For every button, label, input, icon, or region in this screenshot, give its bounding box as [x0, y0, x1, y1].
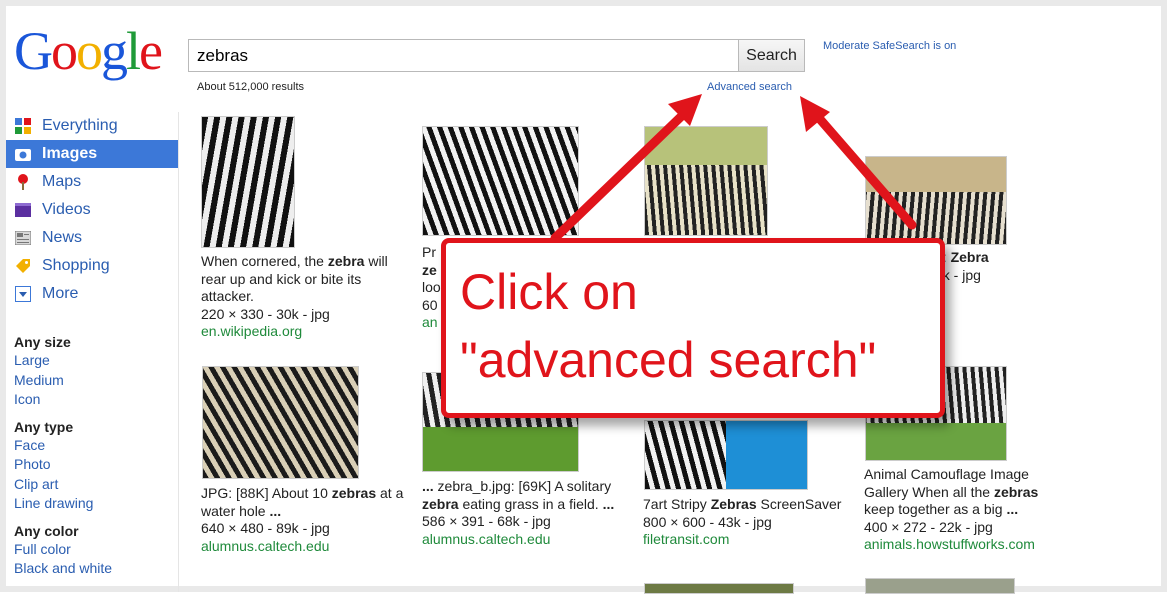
callout-line1: Click on	[460, 264, 638, 320]
arrow-left	[550, 94, 702, 243]
annotation-callout: Click on "advanced search"	[441, 238, 945, 418]
callout-line2: "advanced search"	[460, 332, 877, 388]
arrow-right	[800, 96, 917, 230]
